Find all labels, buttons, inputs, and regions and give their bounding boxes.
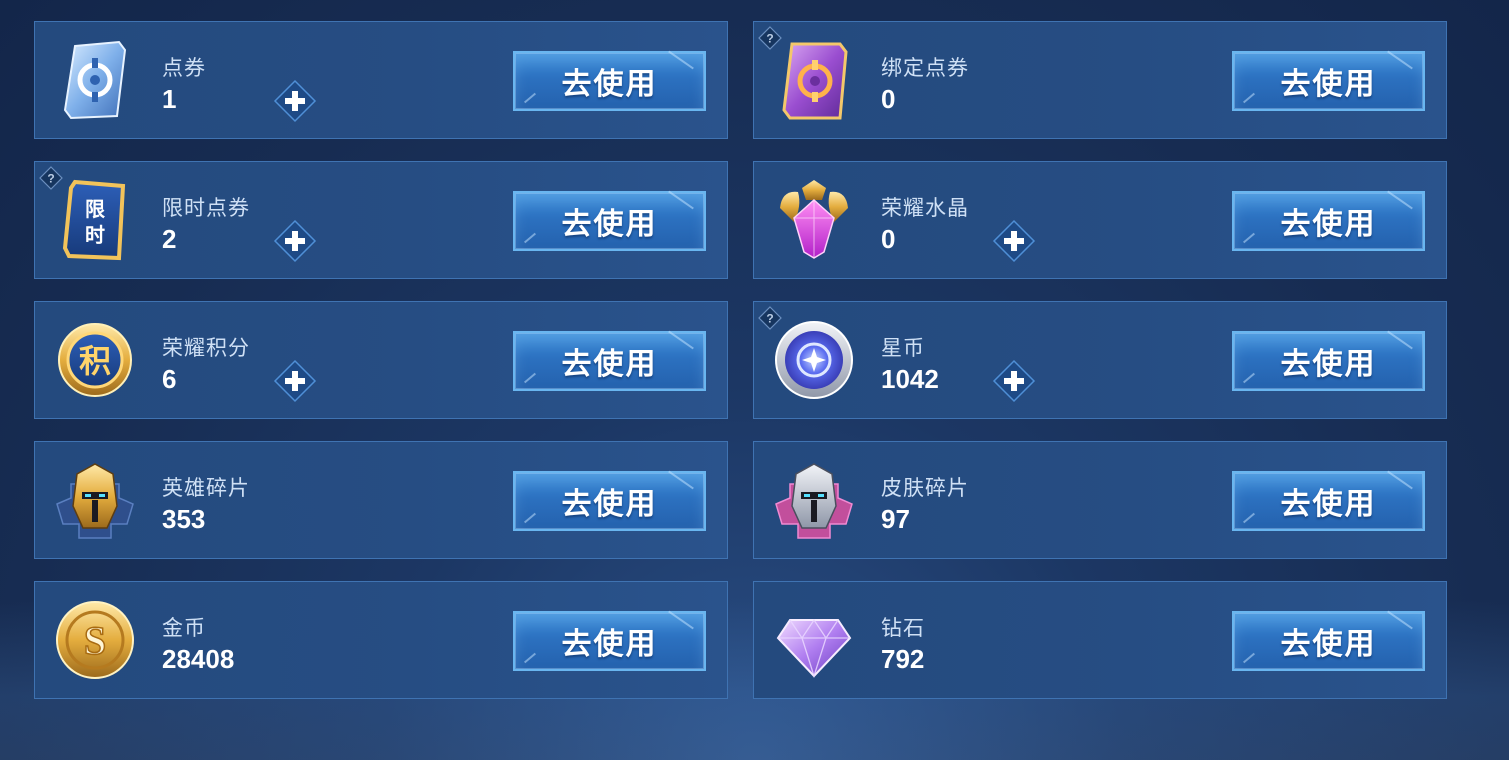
currency-card-gold: S 金币 28408 去使用 bbox=[34, 581, 728, 699]
glory-points-coin-icon: 积 bbox=[53, 318, 137, 402]
diamond-icon bbox=[772, 598, 856, 682]
currency-card-star-coin: ? 星币 1042 去使用 bbox=[753, 301, 1447, 419]
use-button[interactable]: 去使用 bbox=[1232, 51, 1425, 111]
currency-value: 1042 bbox=[881, 364, 939, 394]
currency-label: 荣耀水晶 bbox=[881, 196, 969, 220]
use-button[interactable]: 去使用 bbox=[1232, 191, 1425, 251]
currency-value: 28408 bbox=[162, 644, 235, 674]
gold-coin-icon: S bbox=[53, 598, 137, 682]
currency-value: 6 bbox=[162, 364, 177, 394]
glory-crystal-icon bbox=[772, 178, 856, 262]
currency-card-coupon: 点券 1 去使用 bbox=[34, 21, 728, 139]
limited-glyph-top: 限 bbox=[85, 197, 105, 221]
currency-card-bound-coupon: ? 绑定点券 0 去使用 bbox=[753, 21, 1447, 139]
currency-value: 2 bbox=[162, 224, 177, 254]
use-button[interactable]: 去使用 bbox=[513, 191, 706, 251]
currency-value: 0 bbox=[881, 224, 896, 254]
add-plus-button[interactable] bbox=[992, 219, 1036, 263]
use-button[interactable]: 去使用 bbox=[513, 51, 706, 111]
use-button[interactable]: 去使用 bbox=[1232, 611, 1425, 671]
currency-label: 钻石 bbox=[881, 616, 925, 640]
add-plus-button[interactable] bbox=[273, 359, 317, 403]
use-button[interactable]: 去使用 bbox=[513, 471, 706, 531]
bound-ticket-card-icon bbox=[772, 38, 856, 122]
currency-label: 星币 bbox=[881, 336, 925, 360]
star-coin-icon bbox=[772, 318, 856, 402]
use-button[interactable]: 去使用 bbox=[513, 331, 706, 391]
currency-card-diamond: 钻石 792 去使用 bbox=[753, 581, 1447, 699]
currency-card-glory-crystal: 荣耀水晶 0 去使用 bbox=[753, 161, 1447, 279]
currency-card-hero-fragment: 英雄碎片 353 去使用 bbox=[34, 441, 728, 559]
currency-label: 限时点券 bbox=[162, 196, 250, 220]
limited-time-ticket-icon: 限 时 bbox=[53, 178, 137, 262]
limited-glyph-bottom: 时 bbox=[85, 223, 105, 247]
currency-label: 皮肤碎片 bbox=[881, 476, 969, 500]
skin-fragment-helmet-icon bbox=[772, 458, 856, 542]
currency-card-glory-points: 积 荣耀积分 6 去使用 bbox=[34, 301, 728, 419]
svg-text:S: S bbox=[84, 618, 106, 663]
currency-value: 97 bbox=[881, 504, 910, 534]
currency-value: 0 bbox=[881, 84, 896, 114]
use-button[interactable]: 去使用 bbox=[513, 611, 706, 671]
currency-value: 792 bbox=[881, 644, 925, 674]
currency-label: 荣耀积分 bbox=[162, 336, 250, 360]
svg-text:积: 积 bbox=[79, 342, 111, 380]
currency-label: 点券 bbox=[162, 56, 206, 80]
add-plus-button[interactable] bbox=[992, 359, 1036, 403]
currency-value: 1 bbox=[162, 84, 177, 114]
currency-value: 353 bbox=[162, 504, 206, 534]
currency-label: 英雄碎片 bbox=[162, 476, 250, 500]
currency-label: 金币 bbox=[162, 616, 206, 640]
use-button[interactable]: 去使用 bbox=[1232, 331, 1425, 391]
add-plus-button[interactable] bbox=[273, 79, 317, 123]
currency-card-limited-coupon: ? 限 时 限时点券 2 去使用 bbox=[34, 161, 728, 279]
currency-label: 绑定点券 bbox=[881, 56, 969, 80]
currency-card-skin-fragment: 皮肤碎片 97 去使用 bbox=[753, 441, 1447, 559]
hero-fragment-helmet-icon bbox=[53, 458, 137, 542]
use-button[interactable]: 去使用 bbox=[1232, 471, 1425, 531]
add-plus-button[interactable] bbox=[273, 219, 317, 263]
ticket-card-icon bbox=[53, 38, 137, 122]
